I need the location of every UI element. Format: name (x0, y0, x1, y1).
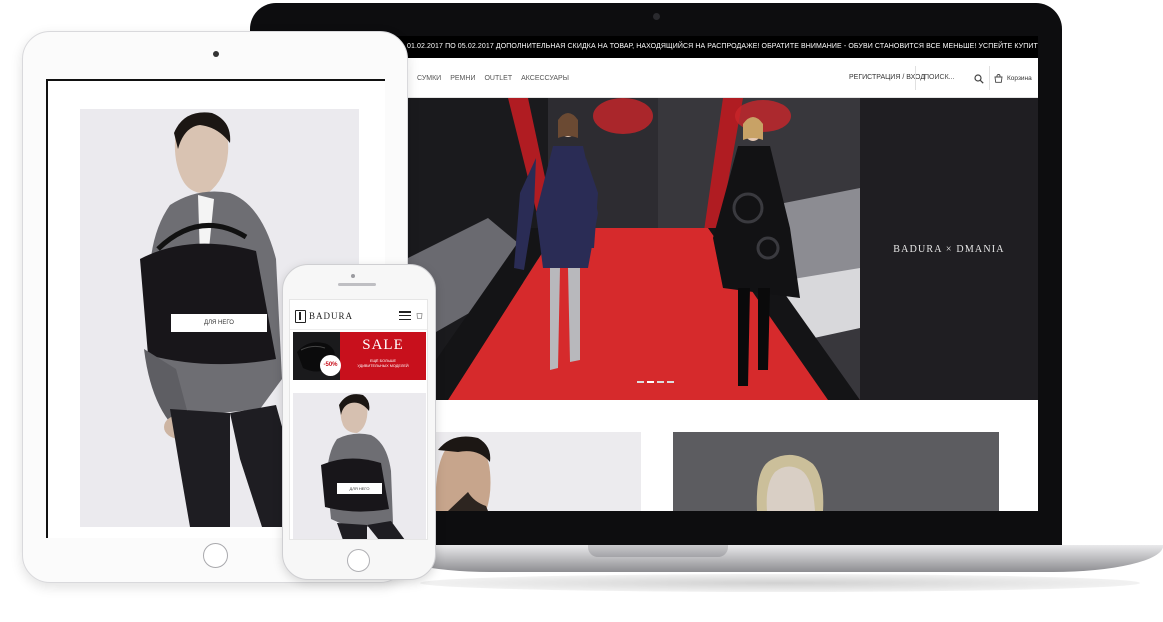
nav-item-bags[interactable]: СУМКИ (417, 75, 441, 82)
device-mockup-stage: 01.02.2017 ПО 05.02.2017 ДОПОЛНИТЕЛЬНАЯ … (0, 0, 1163, 622)
nav-item-accessories[interactable]: АКСЕССУАРЫ (521, 75, 569, 82)
phone-header: BADURA (290, 300, 427, 330)
phone-home-button[interactable] (347, 549, 370, 572)
slider-dots (637, 381, 674, 383)
tablet-for-him-button[interactable]: ДЛЯ НЕГО (171, 314, 267, 332)
logo-mark-icon (295, 309, 306, 323)
sale-subtitle: ЕЩЁ БОЛЬШЕ УДИВИТЕЛЬНЫХ МОДЕЛЕЙ (357, 359, 409, 368)
menu-icon[interactable] (399, 311, 411, 320)
slider-dot[interactable] (637, 381, 644, 383)
cart-icon (994, 73, 1003, 83)
slider-dot[interactable] (657, 381, 664, 383)
cart-button[interactable]: Корзина (994, 58, 1032, 98)
bag-icon[interactable] (416, 311, 423, 319)
tablet-camera (213, 51, 219, 57)
discount-badge: -50% (320, 355, 341, 376)
sale-panel: SALE ЕЩЁ БОЛЬШЕ УДИВИТЕЛЬНЫХ МОДЕЛЕЙ (340, 332, 426, 380)
laptop-notch (588, 545, 728, 557)
header-divider (915, 66, 916, 90)
search-icon[interactable] (974, 74, 984, 84)
logo-text: BADURA (309, 311, 354, 321)
collab-panel[interactable]: BADURA × DMANIA (860, 98, 1038, 400)
cart-label: Корзина (1007, 74, 1032, 82)
men-category-card[interactable] (408, 432, 641, 511)
nav-item-outlet[interactable]: OUTLET (484, 75, 512, 82)
login-link[interactable]: РЕГИСТРАЦИЯ / ВХОД (849, 58, 925, 98)
tablet-home-button[interactable] (203, 543, 228, 568)
slider-dot[interactable] (667, 381, 674, 383)
men-category-photo: ДЛЯ НЕГО (293, 393, 426, 539)
runway-photo (408, 98, 860, 400)
laptop-camera (653, 13, 660, 20)
laptop-base (380, 545, 1163, 572)
main-nav: СУМКИ РЕМНИ OUTLET АКСЕССУАРЫ (417, 58, 569, 98)
hero-slider[interactable]: BADURA × DMANIA (408, 98, 1038, 400)
phone-for-him-button[interactable]: ДЛЯ НЕГО (337, 483, 382, 494)
phone-screen: BADURA SALE ЕЩЁ БОЛЬШЕ УДИВИТЕЛЬНЫХ МОДЕ… (289, 299, 428, 540)
brand-logo[interactable]: BADURA (295, 308, 355, 324)
phone-speaker (338, 283, 376, 286)
laptop-shadow (420, 574, 1140, 592)
collab-title: BADURA × DMANIA (893, 244, 1005, 255)
search-box[interactable]: ПОИСК... (922, 58, 986, 98)
sale-title: SALE (362, 337, 404, 353)
search-input[interactable]: ПОИСК... (924, 58, 954, 98)
slider-dot-active[interactable] (647, 381, 654, 383)
women-category-card[interactable] (673, 432, 999, 511)
phone-camera (351, 274, 355, 278)
header-divider (989, 66, 990, 90)
nav-item-belts[interactable]: РЕМНИ (450, 75, 475, 82)
sale-banner[interactable]: SALE ЕЩЁ БОЛЬШЕ УДИВИТЕЛЬНЫХ МОДЕЛЕЙ -50… (293, 332, 426, 380)
